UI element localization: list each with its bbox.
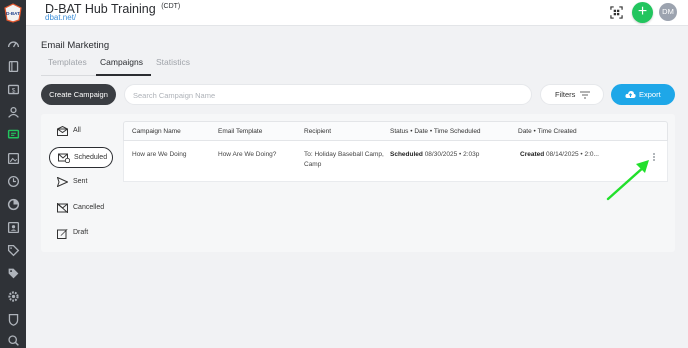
filter-sent[interactable]: Sent: [49, 172, 113, 193]
created-datetime: 08/14/2025 • 2:0...: [546, 151, 599, 158]
created-label: Created: [520, 151, 545, 158]
svg-text:$: $: [11, 87, 15, 94]
cell-created: Created 08/14/2025 • 2:0...: [520, 151, 599, 158]
filter-all[interactable]: All: [49, 121, 113, 142]
shield-icon[interactable]: [5, 311, 21, 327]
settings-search-icon[interactable]: [5, 332, 21, 348]
cell-recipient-line2: Camp: [304, 161, 322, 168]
search-input[interactable]: [125, 86, 531, 105]
clock-icon[interactable]: [5, 173, 21, 189]
cloud-upload-icon: [625, 91, 636, 98]
filters-button[interactable]: Filters: [540, 84, 604, 105]
qr-scan-icon[interactable]: [610, 6, 623, 19]
filter-cancelled-label: Cancelled: [73, 204, 105, 211]
tab-statistics[interactable]: Statistics: [156, 57, 190, 67]
svg-text:D-BAT: D-BAT: [6, 11, 20, 16]
envelope-open-icon: [57, 126, 68, 136]
send-icon: [57, 177, 68, 187]
quick-add-button[interactable]: +: [632, 2, 653, 23]
chat-icon[interactable]: [5, 126, 21, 142]
column-email-template[interactable]: Email Template: [218, 128, 262, 135]
cell-campaign-name[interactable]: How are We Doing: [132, 151, 186, 158]
tag-icon[interactable]: [5, 242, 21, 258]
users-icon[interactable]: [5, 104, 21, 120]
campaigns-panel: All Scheduled Sent Cancelled Draft Campa…: [41, 114, 675, 252]
cell-email-template: How Are We Doing?: [218, 151, 277, 158]
filter-scheduled-label: Scheduled: [74, 154, 108, 161]
export-button[interactable]: Export: [611, 84, 675, 105]
envelope-clock-icon: [58, 153, 70, 163]
active-tab-underline: [96, 74, 151, 76]
column-status-scheduled[interactable]: Status • Date • Time Scheduled: [390, 128, 481, 135]
gear-icon[interactable]: [5, 288, 21, 304]
cell-recipient-line1: To: Holiday Baseball Camp,: [304, 151, 384, 158]
price-tag-icon[interactable]: [5, 265, 21, 281]
dbat-logo[interactable]: D-BAT: [3, 3, 23, 23]
app-url[interactable]: dbat.net/: [45, 13, 76, 22]
envelope-cancel-icon: [57, 203, 68, 213]
filter-draft[interactable]: Draft: [49, 223, 113, 244]
tab-campaigns[interactable]: Campaigns: [100, 57, 143, 67]
register-icon[interactable]: $: [5, 81, 21, 97]
create-campaign-button[interactable]: Create Campaign: [41, 84, 116, 105]
edit-icon: [57, 229, 68, 239]
avatar[interactable]: DM: [659, 3, 677, 21]
page-title: Email Marketing: [41, 40, 110, 51]
filter-cancelled[interactable]: Cancelled: [49, 198, 113, 219]
image-icon[interactable]: [5, 150, 21, 166]
column-recipient[interactable]: Recipient: [304, 128, 331, 135]
column-date-created[interactable]: Date • Time Created: [518, 128, 577, 135]
cell-status: Scheduled 08/30/2025 • 2:03p: [390, 151, 479, 158]
timezone-label: (CDT): [161, 2, 181, 10]
export-label: Export: [639, 90, 661, 99]
contacts-icon[interactable]: [5, 219, 21, 235]
filter-icon: [580, 91, 590, 99]
table-row[interactable]: How are We Doing How Are We Doing? To: H…: [123, 141, 668, 182]
dashboard-icon[interactable]: [5, 36, 21, 52]
pie-chart-icon[interactable]: [5, 196, 21, 212]
filter-sent-label: Sent: [73, 178, 88, 185]
status-scheduled: Scheduled: [390, 151, 423, 158]
table-header: Campaign Name Email Template Recipient S…: [123, 121, 668, 141]
filter-all-label: All: [73, 127, 81, 134]
filters-label: Filters: [555, 90, 576, 99]
book-icon[interactable]: [5, 58, 21, 74]
sidebar: D-BAT $: [0, 0, 26, 348]
search-bar: [124, 84, 532, 105]
campaigns-table: Campaign Name Email Template Recipient S…: [123, 121, 668, 182]
scheduled-datetime: 08/30/2025 • 2:03p: [424, 151, 480, 158]
row-more-menu-icon[interactable]: [651, 152, 657, 164]
column-campaign-name[interactable]: Campaign Name: [132, 128, 181, 135]
filter-draft-label: Draft: [73, 229, 89, 236]
filter-scheduled[interactable]: Scheduled: [49, 147, 113, 168]
tab-templates[interactable]: Templates: [48, 57, 87, 67]
